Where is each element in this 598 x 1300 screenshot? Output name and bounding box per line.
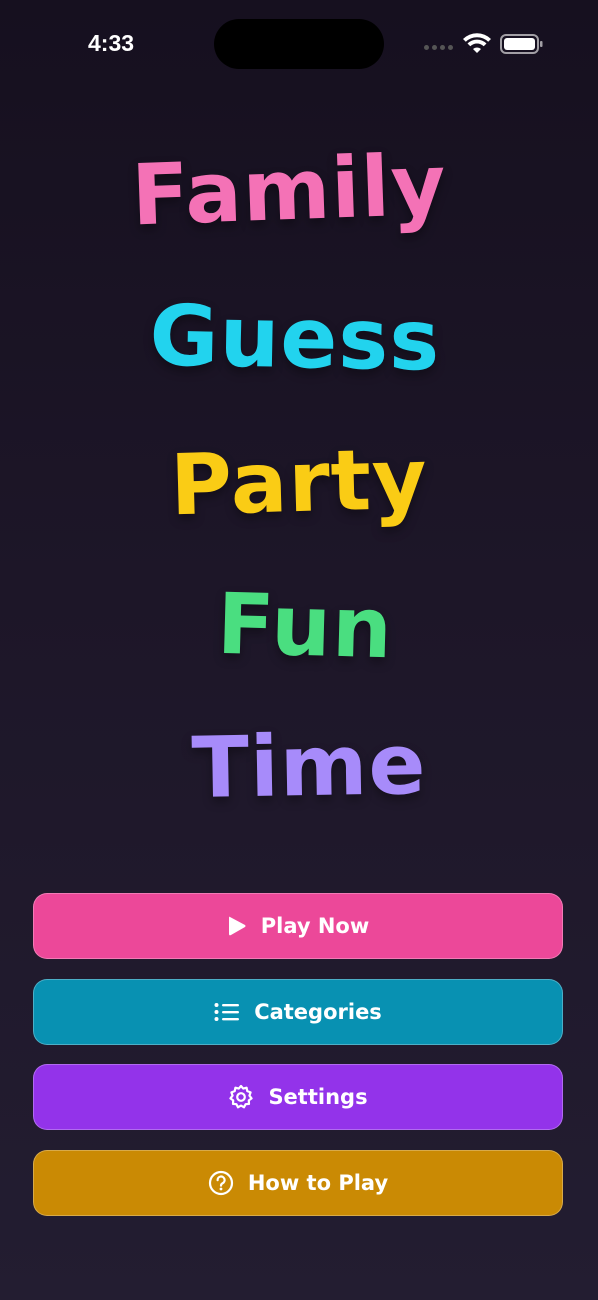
title-word-party: Party — [169, 429, 429, 535]
wifi-icon — [463, 33, 491, 53]
status-time: 4:33 — [88, 30, 135, 56]
categories-button[interactable]: Categories — [33, 979, 563, 1045]
how-to-play-button[interactable]: How to Play — [33, 1150, 563, 1216]
list-icon — [214, 1002, 240, 1022]
play-icon — [227, 915, 247, 937]
title-word-time: Time — [190, 714, 428, 818]
categories-label: Categories — [254, 1000, 382, 1024]
settings-button[interactable]: Settings — [33, 1064, 563, 1130]
question-circle-icon — [208, 1170, 234, 1196]
play-now-button[interactable]: Play Now — [33, 893, 563, 959]
settings-label: Settings — [268, 1085, 368, 1109]
signal-dots-icon — [424, 45, 453, 50]
title-word-guess: Guess — [148, 286, 442, 390]
dynamic-island — [214, 19, 384, 69]
how-to-play-label: How to Play — [247, 1171, 389, 1195]
gear-icon — [228, 1084, 254, 1110]
title-word-family: Family — [129, 135, 449, 245]
battery-icon — [500, 34, 543, 54]
title-word-fun: Fun — [215, 574, 395, 678]
play-now-label: Play Now — [260, 914, 370, 938]
